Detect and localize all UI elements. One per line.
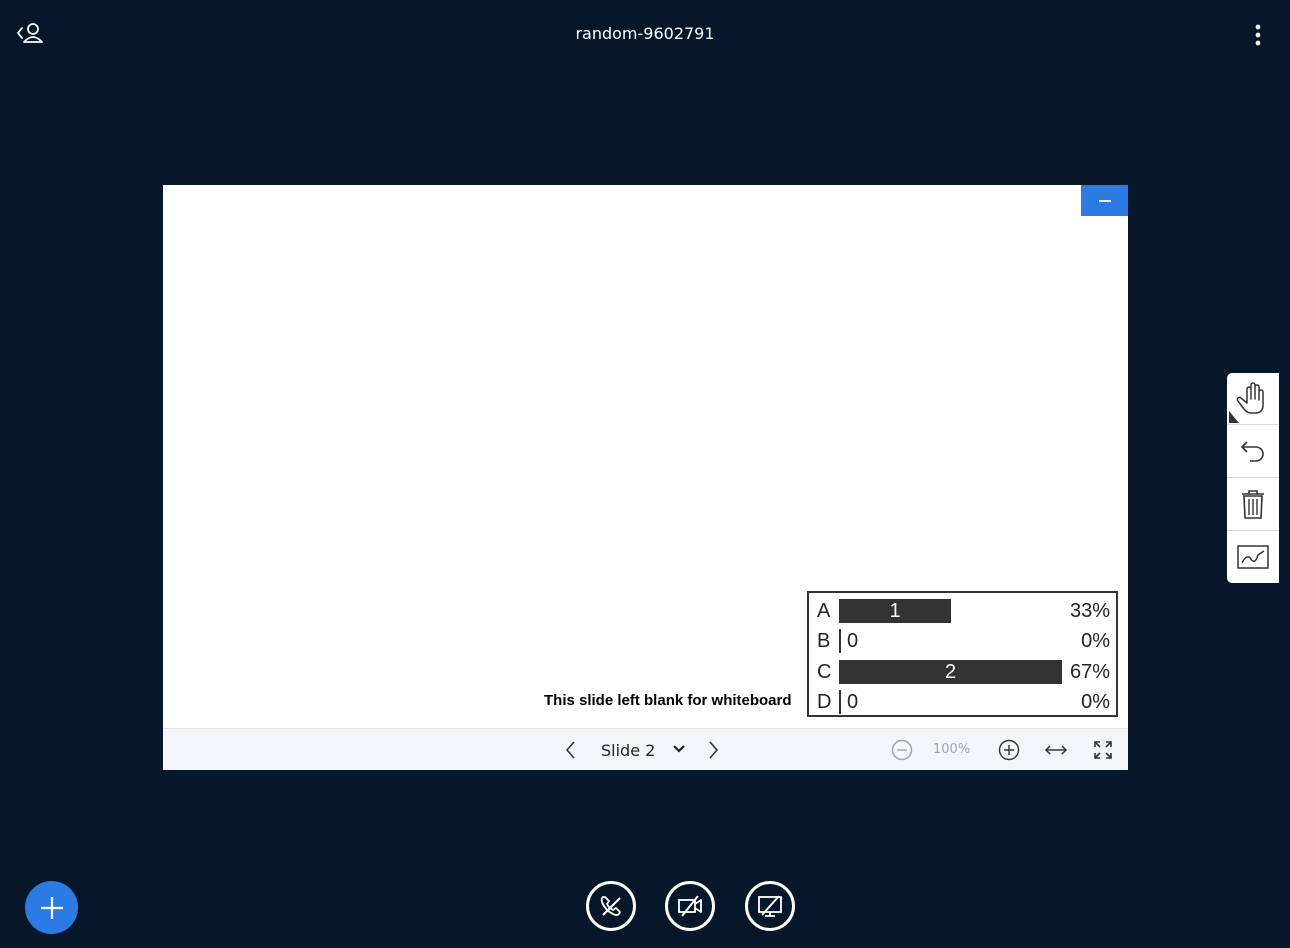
chevron-down-icon	[673, 745, 685, 753]
presentation-toolbar: Slide 2 100%	[163, 728, 1128, 770]
phone-off-icon	[600, 896, 621, 916]
share-screen-button[interactable]	[745, 881, 795, 931]
next-slide-button[interactable]	[699, 736, 727, 764]
pan-tool-button[interactable]	[1227, 373, 1279, 425]
poll-row: B 0 0%	[809, 625, 1116, 655]
presentation-area[interactable]: This slide left blank for whiteboard A 1…	[163, 185, 1128, 770]
zoom-out-button[interactable]	[888, 736, 916, 764]
plus-icon	[40, 896, 63, 919]
zoom-in-icon	[998, 739, 1020, 761]
poll-bar: 2	[839, 660, 1062, 684]
fullscreen-button[interactable]	[1089, 736, 1117, 764]
screenshare-off-icon	[758, 895, 782, 917]
minimize-presentation-button[interactable]	[1081, 185, 1128, 216]
poll-bar: 0	[839, 690, 879, 714]
minus-icon	[1098, 199, 1111, 202]
clear-annotations-button[interactable]	[1227, 478, 1279, 530]
fullscreen-icon	[1094, 741, 1112, 759]
top-bar: random-9602791	[0, 0, 1290, 68]
poll-count: 0	[847, 691, 859, 713]
trash-icon	[1242, 490, 1264, 519]
poll-row: A 1 33%	[809, 595, 1116, 625]
poll-percent: 0%	[1081, 691, 1110, 713]
zoom-in-button[interactable]	[995, 736, 1023, 764]
multi-user-whiteboard-icon	[1237, 545, 1269, 569]
fit-width-icon	[1044, 745, 1068, 755]
poll-count: 1	[889, 600, 901, 622]
actions-button[interactable]	[25, 881, 78, 934]
poll-percent: 33%	[1069, 600, 1110, 622]
join-audio-button[interactable]	[586, 881, 636, 931]
poll-option-letter: A	[817, 600, 831, 622]
poll-option-letter: D	[817, 691, 832, 713]
slide-select-label: Slide 2	[601, 740, 656, 760]
chevron-left-icon	[565, 741, 575, 759]
chevron-right-icon	[709, 741, 719, 759]
poll-option-letter: C	[817, 661, 832, 683]
pan-hand-icon	[1229, 382, 1264, 423]
poll-count: 0	[847, 630, 859, 652]
undo-button[interactable]	[1227, 425, 1279, 477]
zoom-level: 100%	[933, 742, 971, 757]
share-webcam-button[interactable]	[665, 881, 715, 931]
poll-percent: 67%	[1069, 661, 1110, 683]
poll-bar: 1	[839, 599, 951, 623]
kebab-menu-icon	[1255, 24, 1261, 46]
undo-icon	[1240, 441, 1264, 462]
previous-slide-button[interactable]	[557, 736, 585, 764]
poll-count: 2	[944, 661, 957, 683]
fit-width-button[interactable]	[1042, 736, 1070, 764]
slide-select[interactable]: Slide 2	[595, 737, 695, 763]
zoom-out-icon	[891, 739, 913, 761]
meeting-title: random-9602791	[575, 24, 715, 43]
slide-caption: This slide left blank for whiteboard	[544, 692, 792, 709]
video-off-icon	[678, 895, 702, 917]
poll-row: D 0 0%	[809, 686, 1116, 716]
poll-option-letter: B	[817, 630, 831, 652]
whiteboard-toolbar	[1227, 373, 1279, 583]
options-menu-button[interactable]	[1244, 20, 1272, 50]
poll-bar: 0	[839, 629, 879, 653]
poll-row: C 2 67%	[809, 656, 1116, 686]
multi-user-whiteboard-button[interactable]	[1227, 531, 1279, 583]
poll-results: A 1 33% B 0 0% C 2 67% D 0 0%	[807, 591, 1118, 717]
poll-percent: 0%	[1081, 630, 1110, 652]
